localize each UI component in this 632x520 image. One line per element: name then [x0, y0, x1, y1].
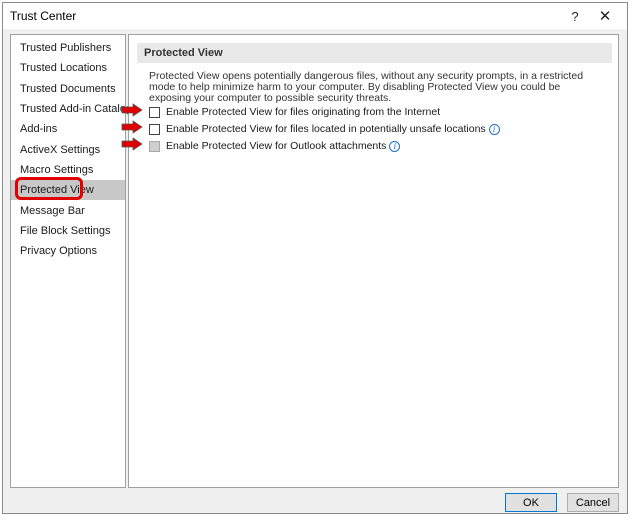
- sidebar-item-trusted-addin-catalogs[interactable]: Trusted Add-in Catalogs: [11, 99, 138, 119]
- sidebar-item-message-bar[interactable]: Message Bar: [11, 201, 125, 221]
- sidebar-nav: Trusted Publishers Trusted Locations Tru…: [10, 34, 138, 488]
- annotation-arrow-icon: [121, 103, 143, 117]
- sidebar-item-activex-settings[interactable]: ActiveX Settings: [11, 140, 125, 160]
- trust-center-dialog: Trust Center ? ✕ Trusted Publishers Trus…: [2, 2, 628, 514]
- info-icon[interactable]: i: [488, 123, 500, 135]
- section-header: Protected View: [137, 43, 612, 63]
- outlook-attachments-checkbox: [149, 140, 160, 152]
- option-unsafe-locations[interactable]: Enable Protected View for files located …: [149, 122, 500, 136]
- main-panel: Protected View Protected View opens pote…: [128, 34, 619, 488]
- option-internet-files[interactable]: Enable Protected View for files originat…: [149, 105, 440, 119]
- unsafe-locations-label: Enable Protected View for files located …: [166, 123, 486, 135]
- info-icon[interactable]: i: [389, 140, 401, 152]
- internet-files-checkbox[interactable]: [149, 106, 160, 118]
- sidebar-item-privacy-options[interactable]: Privacy Options: [11, 241, 125, 261]
- annotation-highlight-box: [15, 177, 83, 200]
- sidebar-item-file-block-settings[interactable]: File Block Settings: [11, 221, 125, 241]
- annotation-arrow-icon: [121, 137, 143, 151]
- close-button[interactable]: ✕: [591, 5, 619, 27]
- unsafe-locations-checkbox[interactable]: [149, 123, 160, 135]
- outlook-attachments-label: Enable Protected View for Outlook attach…: [166, 140, 387, 152]
- section-description: Protected View opens potentially dangero…: [149, 70, 584, 104]
- internet-files-label: Enable Protected View for files originat…: [166, 106, 441, 118]
- title-bar: Trust Center ? ✕: [3, 3, 627, 29]
- sidebar-item-trusted-documents[interactable]: Trusted Documents: [11, 79, 125, 99]
- sidebar-item-trusted-locations[interactable]: Trusted Locations: [11, 58, 125, 78]
- option-outlook-attachments: Enable Protected View for Outlook attach…: [149, 139, 401, 153]
- help-button[interactable]: ?: [561, 5, 589, 27]
- sidebar-item-trusted-publishers[interactable]: Trusted Publishers: [11, 38, 125, 58]
- annotation-arrow-icon: [121, 120, 143, 134]
- ok-button[interactable]: OK: [505, 493, 557, 512]
- sidebar-item-add-ins[interactable]: Add-ins: [11, 119, 125, 139]
- window-title: Trust Center: [10, 9, 77, 23]
- cancel-button[interactable]: Cancel: [567, 493, 619, 512]
